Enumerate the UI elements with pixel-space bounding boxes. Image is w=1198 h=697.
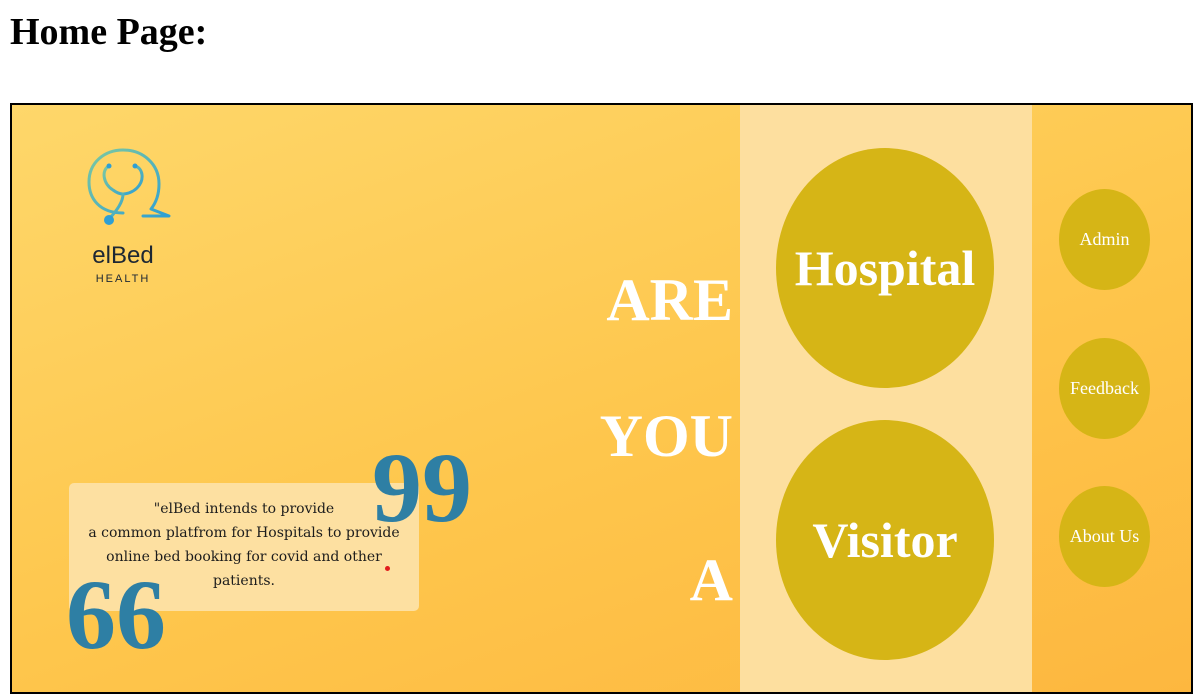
quote-line: a common platfrom for Hospitals to provi… [88, 525, 400, 541]
logo-name: elBed [92, 242, 154, 269]
logo-subtitle: HEALTH [95, 273, 151, 285]
page-heading: Home Page: [10, 11, 208, 53]
stethoscope-chat-icon [87, 148, 171, 225]
red-dot-mark [385, 566, 390, 571]
question-word-you: YOU [599, 403, 733, 469]
feedback-button[interactable]: Feedback [1059, 338, 1150, 439]
question-word-are: ARE [606, 267, 733, 333]
visitor-button[interactable]: Visitor [776, 420, 994, 660]
hospital-button[interactable]: Hospital [776, 148, 994, 388]
about-us-button[interactable]: About Us [1059, 486, 1150, 587]
quote-line: "elBed intends to provide [153, 501, 335, 517]
open-quote-icon: 66 [66, 559, 166, 670]
logo[interactable]: elBed HEALTH [67, 140, 177, 300]
close-quote-icon: 99 [372, 432, 472, 543]
app-frame: elBed HEALTH "elBed intends to provide a… [10, 103, 1193, 694]
admin-button[interactable]: Admin [1059, 189, 1150, 290]
question-word-a: A [689, 547, 733, 613]
